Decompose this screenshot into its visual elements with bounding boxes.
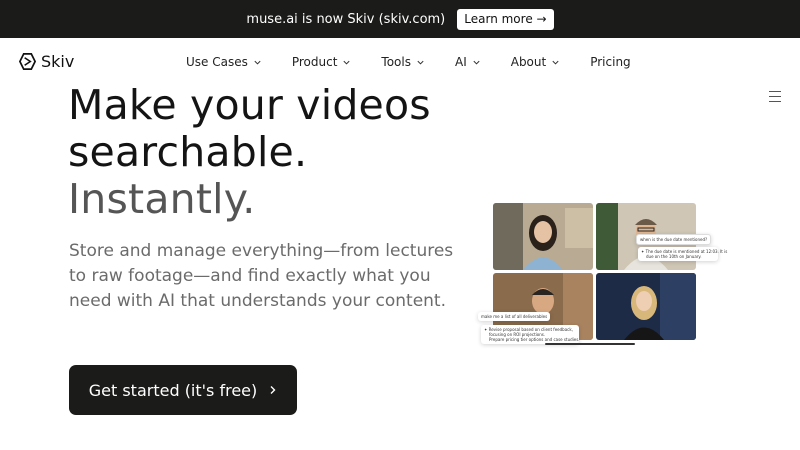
nav-item-product[interactable]: Product [292, 55, 352, 69]
hero-subtitle: Store and manage everything—from lecture… [69, 241, 454, 311]
ai-list-bubble: ✦ Revise proposal based on client feedba… [481, 325, 580, 344]
chevron-down-icon [552, 60, 559, 65]
ai-answer-bubble: ✦ The due date is mentioned at 12:03. It… [638, 247, 727, 261]
prompt-bubble: make me a list of all deliverables [478, 312, 551, 321]
nav-item-use-cases[interactable]: Use Cases [186, 55, 262, 69]
get-started-label: Get started (it's free) [88, 380, 258, 400]
nav-item-tools[interactable]: Tools [381, 55, 425, 69]
nav-item-label: Pricing [590, 55, 631, 69]
hero-illustration: when is the due date mentioned? ✦ The du… [478, 198, 728, 358]
person-video-image [596, 273, 696, 340]
chevron-down-icon [343, 60, 350, 65]
chevron-down-icon [417, 60, 424, 65]
chevron-down-icon [473, 60, 480, 65]
nav-item-label: About [510, 55, 547, 69]
nav-item-label: Tools [381, 55, 411, 69]
logo-text: Skiv [41, 52, 75, 71]
video-tile-4 [596, 273, 696, 340]
chevron-down-icon [254, 60, 261, 65]
announcement-text: muse.ai is now Skiv (skiv.com) [246, 11, 446, 27]
nav-item-ai[interactable]: AI [455, 55, 481, 69]
logo[interactable]: Skiv [18, 52, 74, 71]
nav-item-label: Product [291, 55, 338, 69]
video-tile-1 [493, 203, 593, 270]
video-progress-bar [545, 343, 635, 345]
skiv-logo-icon [18, 53, 37, 70]
nav-item-label: AI [454, 55, 467, 69]
chevron-right-icon [270, 386, 276, 394]
get-started-button[interactable]: Get started (it's free) [69, 365, 297, 415]
list-item2: Prepare pricing tier options and case st… [489, 337, 580, 342]
hero-title: Make your videos searchable. Instantly. [68, 82, 431, 223]
nav-item-label: Use Cases [186, 55, 248, 69]
announcement-bar: muse.ai is now Skiv (skiv.com) Learn mor… [0, 0, 800, 38]
person-video-image [493, 203, 593, 270]
nav-item-pricing[interactable]: Pricing [590, 55, 630, 69]
learn-more-button[interactable]: Learn more → [457, 8, 554, 30]
nav-item-about[interactable]: About [511, 55, 560, 69]
answer-line2: due on the 10th on January. [646, 254, 702, 259]
hero-title-line1: Make your videos [68, 81, 431, 129]
hero-title-line2: searchable. [68, 128, 308, 176]
question-bubble: when is the due date mentioned? [636, 234, 712, 245]
nav-items: Use Cases Product Tools AI About Pricing [186, 55, 661, 69]
hero-title-line3: Instantly. [68, 175, 256, 223]
hamburger-menu-icon[interactable] [769, 91, 781, 102]
